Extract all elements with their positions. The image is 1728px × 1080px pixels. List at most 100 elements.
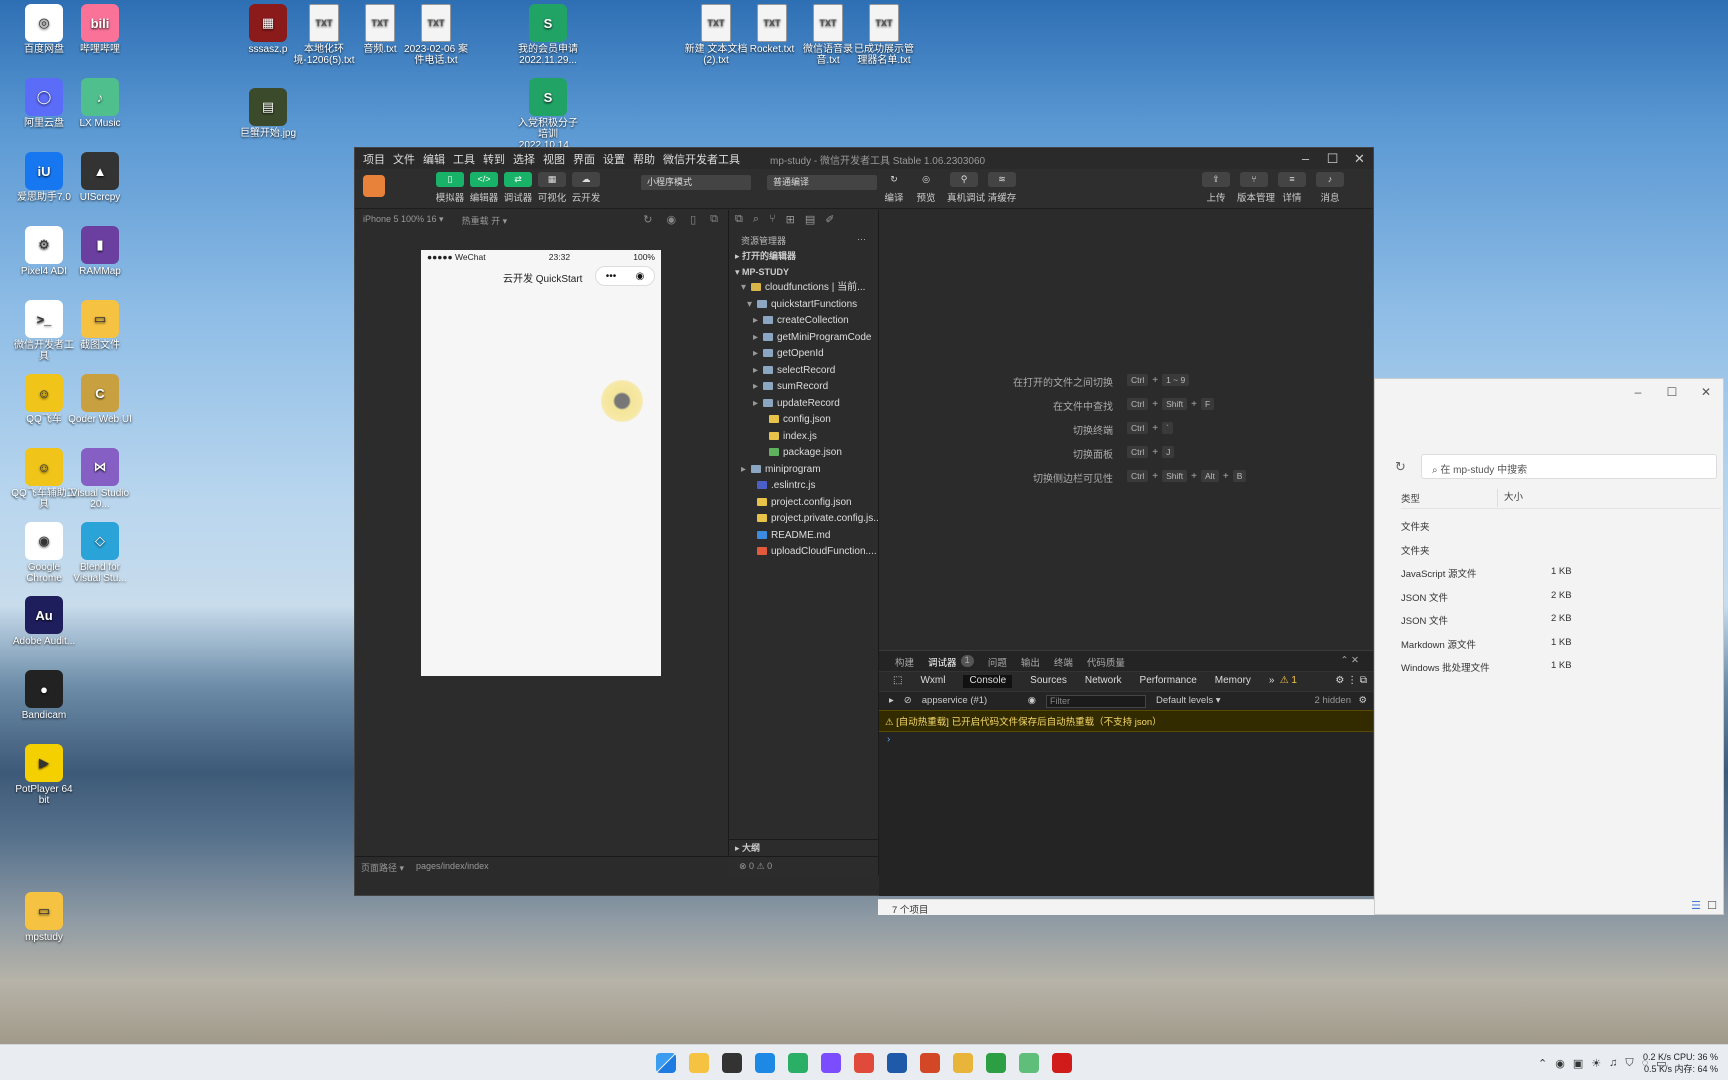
version-button[interactable]: ⑂ 版本管理 — [1237, 172, 1275, 204]
close-button[interactable]: ✕ — [1346, 148, 1373, 169]
start-icon[interactable] — [656, 1053, 676, 1073]
console-prompt[interactable]: › — [879, 732, 1373, 747]
avatar[interactable] — [363, 175, 385, 197]
panel-tab[interactable]: 代码质量 — [1087, 655, 1125, 669]
visual-button[interactable]: ▦ 可视化 — [535, 172, 569, 204]
desktop-icon[interactable]: bili 哔哩哔哩 — [67, 4, 133, 55]
devtools-tab[interactable]: Sources — [1030, 675, 1067, 688]
desktop-icon[interactable]: ▶ PotPlayer 64 bit — [11, 744, 77, 806]
outline-section[interactable]: ▸ 大纲 — [729, 839, 879, 855]
tree-item[interactable]: ▾ quickstartFunctions — [729, 297, 878, 314]
tree-item[interactable]: ▸ miniprogram — [729, 462, 878, 479]
sidebar-toggle-icon[interactable]: ▸ — [889, 695, 894, 707]
file-row[interactable]: 文件夹 — [1401, 543, 1721, 557]
rotate-icon[interactable]: ↻ — [643, 213, 652, 226]
search-input[interactable]: ⌕ 在 mp-study 中搜索 — [1421, 454, 1717, 479]
more-icon[interactable]: ••• — [606, 271, 617, 282]
desktop-icon[interactable]: C Qoder Web UI — [67, 374, 133, 425]
panel-tab[interactable]: 输出 — [1021, 655, 1040, 669]
tree-item[interactable]: ▾ cloudfunctions | 当前... — [729, 280, 878, 297]
devtools-tab[interactable]: Console — [963, 675, 1013, 688]
desktop-icon[interactable]: ▲ UIScrcpy — [67, 152, 133, 203]
storage-icon[interactable]: ▤ — [805, 213, 815, 226]
tree-item[interactable]: package.json — [729, 445, 878, 462]
desktop-icon[interactable]: ◇ Blend for Visual Stu... — [67, 522, 133, 584]
menu-item[interactable]: 选择 — [513, 151, 535, 167]
menu-item[interactable]: 帮助 — [633, 151, 655, 167]
refresh-icon[interactable]: ↻ — [1395, 459, 1406, 475]
settings-icon[interactable]: ⚙ ⋮ ⧉ — [1335, 675, 1367, 686]
desktop-icon[interactable]: ♪ LX Music — [67, 78, 133, 129]
devtools-tab[interactable]: Memory — [1215, 675, 1251, 688]
files-icon[interactable]: ⧉ — [735, 213, 743, 225]
desktop-icon[interactable]: TXT 2023-02-06 案件电话.txt — [403, 4, 469, 66]
menu-item[interactable]: 微信开发者工具 — [663, 151, 740, 167]
open-editors-section[interactable]: ▸ 打开的编辑器 — [729, 248, 878, 264]
device-select[interactable]: iPhone 5 100% 16 ▾ — [363, 214, 444, 225]
cloud-button[interactable]: ☁ 云开发 — [569, 172, 603, 204]
terminal-icon[interactable] — [722, 1053, 742, 1073]
upload-button[interactable]: ⇪ 上传 — [1199, 172, 1233, 204]
minimize-button[interactable]: – — [1292, 148, 1319, 169]
desktop-icon[interactable]: Au Adobe Audit... — [11, 596, 77, 647]
real-debug-button[interactable]: ⚲ 真机调试 — [947, 172, 985, 204]
close-button[interactable]: ✕ — [1689, 381, 1723, 403]
file-row[interactable]: Markdown 源文件 1 KB — [1401, 637, 1721, 651]
filter-input[interactable]: Filter — [1046, 695, 1147, 708]
menu-item[interactable]: 转到 — [483, 151, 505, 167]
panel-tab[interactable]: 终端 — [1054, 655, 1073, 669]
wechat-tray-icon[interactable]: ◉ — [1555, 1057, 1565, 1070]
hot-reload-select[interactable]: 热重载 开 ▾ — [462, 214, 508, 226]
tree-item[interactable]: ▸ getOpenId — [729, 346, 878, 363]
debugger-button[interactable]: ⇄ 调试器 — [501, 172, 535, 204]
tree-item[interactable]: ▸ createCollection — [729, 313, 878, 330]
menu-item[interactable]: 文件 — [393, 151, 415, 167]
record-icon[interactable]: ◉ — [666, 213, 676, 226]
tiles-view-icon[interactable]: ☐ — [1707, 899, 1717, 912]
compile-mode-select[interactable]: 普通编译 — [767, 175, 877, 190]
simulator-button[interactable]: ▯ 模拟器 — [433, 172, 467, 204]
file-explorer-icon[interactable] — [689, 1053, 709, 1073]
wechat-devtools-icon[interactable] — [1019, 1053, 1039, 1073]
clear-icon[interactable]: ⊘ — [904, 695, 912, 707]
details-view-icon[interactable]: ☰ — [1691, 899, 1701, 912]
panel-tab[interactable]: 问题 — [988, 655, 1007, 669]
levels-select[interactable]: Default levels ▾ — [1156, 695, 1220, 707]
tree-item[interactable]: ▸ updateRecord — [729, 396, 878, 413]
tree-item[interactable]: config.json — [729, 412, 878, 429]
phone-screen[interactable]: ●●●●● WeChat 23:32 100% 云开发 QuickStart •… — [421, 250, 661, 676]
tree-item[interactable]: uploadCloudFunction.... — [729, 544, 878, 561]
search-icon[interactable]: ⌕ — [753, 213, 759, 225]
inspect-icon[interactable]: ⬚ — [893, 675, 902, 688]
desktop-icon[interactable]: ● Bandicam — [11, 670, 77, 721]
file-row[interactable]: JSON 文件 2 KB — [1401, 590, 1721, 604]
bandicam-icon[interactable] — [1052, 1053, 1072, 1073]
tree-item[interactable]: project.private.config.js... — [729, 511, 878, 528]
minimize-button[interactable]: – — [1621, 381, 1655, 403]
preview-button[interactable]: ◎ 预览 — [909, 172, 943, 204]
desktop-icon[interactable]: ▤ 巨蟹开始.jpg — [235, 88, 301, 139]
desktop-icon[interactable]: ▭ mpstudy — [11, 892, 77, 943]
browser-icon[interactable] — [986, 1053, 1006, 1073]
gear-icon[interactable]: ⚙ — [1358, 695, 1367, 706]
tree-item[interactable]: ▸ getMiniProgramCode — [729, 330, 878, 347]
tree-item[interactable]: .eslintrc.js — [729, 478, 878, 495]
wechat-icon[interactable] — [788, 1053, 808, 1073]
menu-item[interactable]: 界面 — [573, 151, 595, 167]
size-column[interactable]: 大小 — [1497, 489, 1523, 507]
devtools-tab[interactable]: Performance — [1140, 675, 1197, 688]
desktop-icon[interactable]: S 入党积极分子培训 2022.10.14... — [515, 78, 581, 151]
file-row[interactable]: JSON 文件 2 KB — [1401, 613, 1721, 627]
menu-item[interactable]: 视图 — [543, 151, 565, 167]
mic-icon[interactable]: ♫ — [1609, 1057, 1617, 1070]
tree-item[interactable]: index.js — [729, 429, 878, 446]
panel-tab[interactable]: 调试器 — [928, 655, 957, 669]
menu-item[interactable]: 编辑 — [423, 151, 445, 167]
desktop-icon[interactable]: ⋈ Visual Studio 20... — [67, 448, 133, 510]
chrome-icon[interactable] — [854, 1053, 874, 1073]
chevron-up-icon[interactable]: ⌃ — [1538, 1057, 1547, 1070]
close-circle-icon[interactable]: ◉ — [636, 271, 645, 282]
extensions-icon[interactable]: ⊞ — [786, 213, 795, 226]
page-path-label[interactable]: 页面路径 ▾ — [361, 861, 404, 873]
desktop-icon[interactable]: S 我的会员申请 2022.11.29... — [515, 4, 581, 66]
